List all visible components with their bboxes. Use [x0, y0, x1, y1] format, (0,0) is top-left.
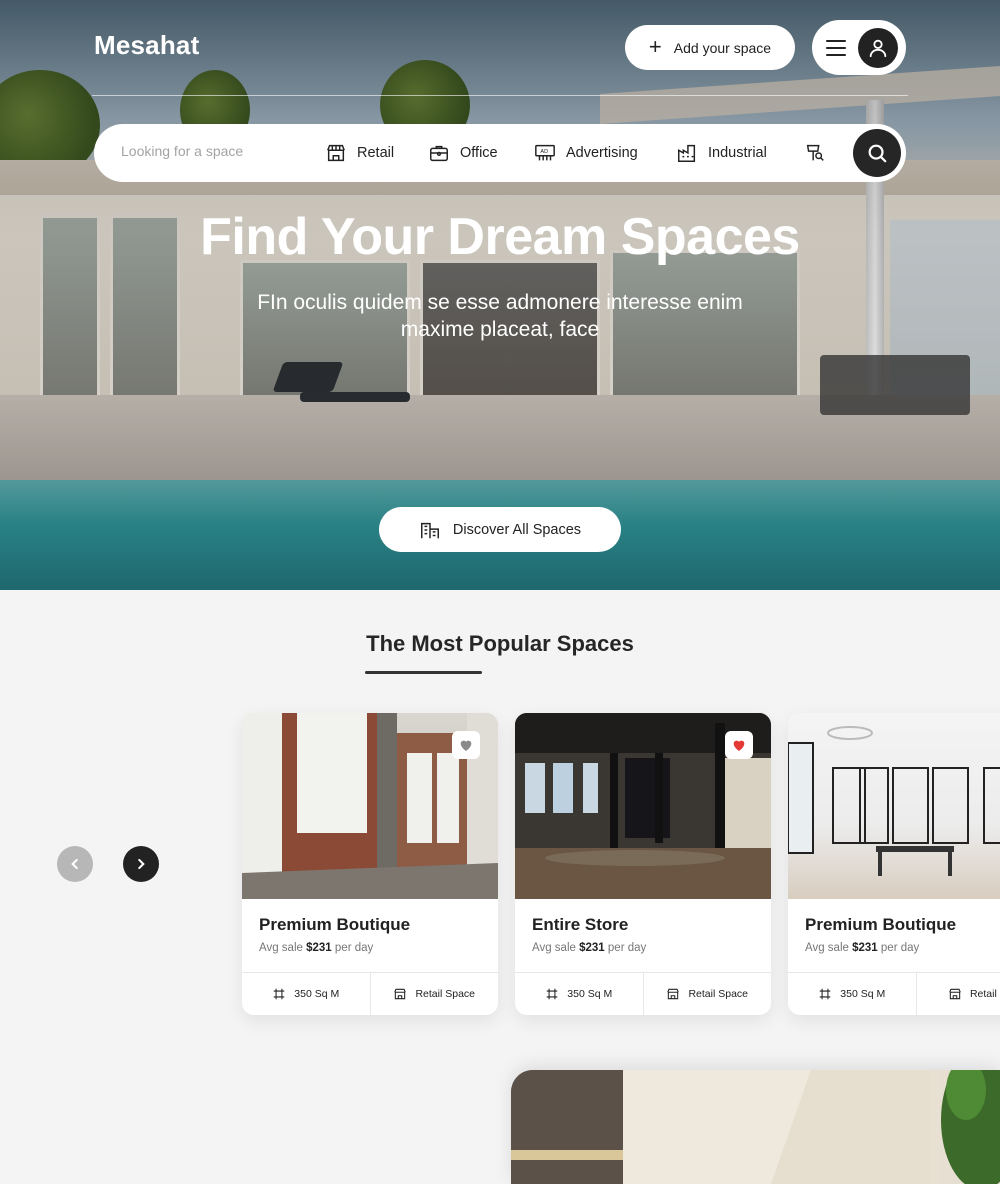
add-space-button[interactable]: + Add your space — [625, 25, 795, 70]
chevron-left-icon — [71, 858, 78, 870]
space-name: Premium Boutique — [259, 915, 411, 934]
header-divider — [92, 95, 908, 96]
category-office-label: Office — [460, 145, 498, 161]
category-retail-label: Retail — [357, 145, 395, 161]
carousel-prev-button[interactable] — [57, 846, 93, 882]
space-area: 350 Sq M — [242, 973, 370, 1015]
category-advertising[interactable]: AD Advertising — [534, 141, 638, 165]
heart-icon — [733, 740, 745, 751]
space-price: Avg sale $231 per day — [259, 942, 374, 954]
hamburger-menu-icon — [826, 39, 846, 56]
space-meta: 350 Sq M Retail Space — [515, 972, 771, 1015]
favorite-toggle[interactable] — [725, 731, 753, 759]
storefront-icon — [327, 144, 345, 162]
space-type: Retail Sp — [915, 973, 1000, 1015]
factory-icon — [678, 144, 696, 162]
space-type-label: Retail Sp — [969, 988, 1000, 1000]
plus-icon: + — [648, 33, 662, 59]
space-area-label: 350 Sq M — [567, 988, 613, 1000]
discover-all-spaces-button[interactable]: Discover All Spaces — [379, 507, 621, 552]
space-name: Entire Store — [532, 915, 629, 934]
hero-subtitle: FIn oculis quidem se esse admonere inter… — [257, 291, 743, 341]
hero-title: Find Your Dream Spaces — [200, 208, 800, 266]
category-advertising-label: Advertising — [566, 145, 638, 161]
space-type-label: Retail Space — [415, 988, 476, 1000]
buildings-icon — [420, 522, 439, 538]
svg-text:AD: AD — [540, 149, 548, 155]
space-card[interactable]: Premium Boutique Avg sale $231 per day 3… — [242, 713, 498, 1015]
storefront-icon — [949, 988, 961, 1000]
space-meta: 350 Sq M Retail Space — [242, 972, 498, 1015]
search-button[interactable] — [853, 129, 901, 177]
carousel-next-button[interactable] — [123, 846, 159, 882]
section-title: The Most Popular Spaces — [366, 631, 634, 656]
briefcase-icon — [430, 145, 448, 162]
space-area-label: 350 Sq M — [294, 988, 340, 1000]
brand-logo[interactable]: Mesahat — [94, 30, 199, 61]
heart-icon — [460, 740, 472, 751]
space-card[interactable]: Entire Store Avg sale $231 per day 350 S… — [515, 713, 771, 1015]
space-price: Avg sale $231 per day — [532, 942, 647, 954]
space-price: Avg sale $231 per day — [805, 942, 920, 954]
billboard-icon: AD — [535, 144, 555, 161]
add-space-label: Add your space — [673, 39, 772, 56]
category-industrial-label: Industrial — [708, 145, 767, 161]
space-meta: 350 Sq M Retail Sp — [788, 972, 1000, 1015]
area-icon — [820, 988, 831, 1000]
space-area: 350 Sq M — [788, 973, 916, 1015]
category-retail[interactable]: Retail — [325, 141, 394, 165]
search-bar: Retail Office AD Advertising Industrial — [94, 124, 906, 182]
chevron-right-icon — [138, 858, 145, 870]
space-area-label: 350 Sq M — [840, 988, 886, 1000]
space-photo — [788, 713, 1000, 899]
space-name: Premium Boutique — [805, 915, 957, 934]
space-type-label: Retail Space — [688, 988, 749, 1000]
category-industrial[interactable]: Industrial — [676, 141, 767, 165]
discover-label: Discover All Spaces — [452, 521, 582, 538]
space-type: Retail Space — [642, 973, 772, 1015]
category-more[interactable] — [804, 141, 836, 165]
area-icon — [274, 988, 285, 1000]
area-icon — [547, 988, 558, 1000]
location-sign-icon — [806, 144, 824, 161]
space-photo — [242, 713, 498, 899]
user-menu-button[interactable] — [812, 20, 906, 75]
category-office[interactable]: Office — [428, 141, 498, 165]
featured-space-image — [511, 1070, 1000, 1184]
space-area: 350 Sq M — [515, 973, 643, 1015]
space-card[interactable]: Premium Boutique Avg sale $231 per day 3… — [788, 713, 1000, 1015]
search-input[interactable] — [121, 143, 301, 159]
favorite-toggle[interactable] — [452, 731, 480, 759]
section-underline — [365, 671, 482, 674]
space-type: Retail Space — [369, 973, 499, 1015]
user-avatar-icon — [858, 27, 898, 68]
search-icon — [868, 144, 887, 163]
storefront-icon — [667, 988, 680, 1000]
storefront-icon — [394, 988, 407, 1000]
space-photo — [515, 713, 771, 899]
